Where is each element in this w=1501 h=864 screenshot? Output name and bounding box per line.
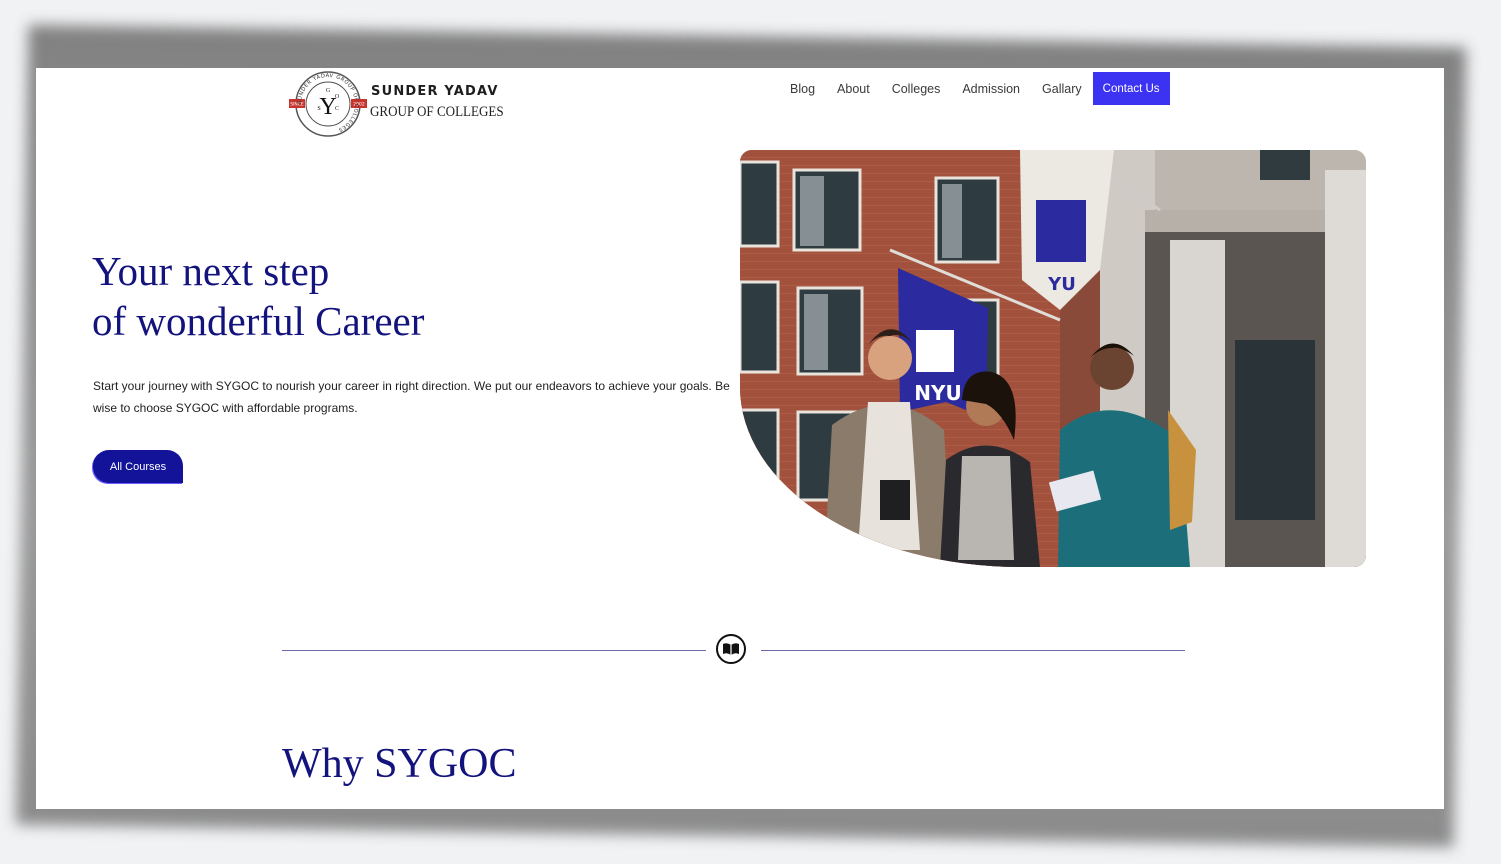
college-seal-icon: SINCE 2002 Y S G O C SUNDER YADAV GROUP … <box>289 71 367 137</box>
book-icon <box>716 634 746 664</box>
logo-letter-c: C <box>335 106 339 112</box>
contact-us-button[interactable]: Contact Us <box>1092 72 1170 105</box>
logo-letter-g: G <box>326 88 331 94</box>
hero-title-line-2: of wonderful Career <box>92 298 425 344</box>
brand-logo[interactable]: SINCE 2002 Y S G O C SUNDER YADAV GROUP … <box>288 70 504 138</box>
nav-item-blog[interactable]: Blog <box>790 82 815 96</box>
hero-image: NYU YU <box>740 150 1366 567</box>
divider-line-right <box>761 650 1185 651</box>
brand-subtitle: GROUP OF COLLEGES <box>370 104 504 120</box>
nav-item-about[interactable]: About <box>837 82 870 96</box>
brand-name: SUNDER YADAV <box>371 84 499 99</box>
hero-title-line-1: Your next step <box>92 248 330 294</box>
flag-text-2: YU <box>1047 274 1076 295</box>
hero-title: Your next step of wonderful Career <box>92 246 424 346</box>
section-title-why-sygoc: Why SYGOC <box>282 741 517 787</box>
campus-students-illustration: NYU YU <box>740 150 1366 567</box>
main-nav: Blog About Colleges Admission Gallary Co… <box>790 72 1170 105</box>
logo-letter-s: S <box>317 106 320 112</box>
hero-description: Start your journey with SYGOC to nourish… <box>93 379 730 415</box>
divider-line-left <box>282 650 706 651</box>
nav-item-gallary[interactable]: Gallary <box>1042 82 1082 96</box>
nav-item-colleges[interactable]: Colleges <box>892 82 941 96</box>
all-courses-button[interactable]: All Courses <box>93 450 183 483</box>
logo-letter-o: O <box>335 94 340 100</box>
flag-text: NYU <box>914 381 961 405</box>
page-card: SINCE 2002 Y S G O C SUNDER YADAV GROUP … <box>36 68 1444 809</box>
nav-item-admission[interactable]: Admission <box>962 82 1020 96</box>
